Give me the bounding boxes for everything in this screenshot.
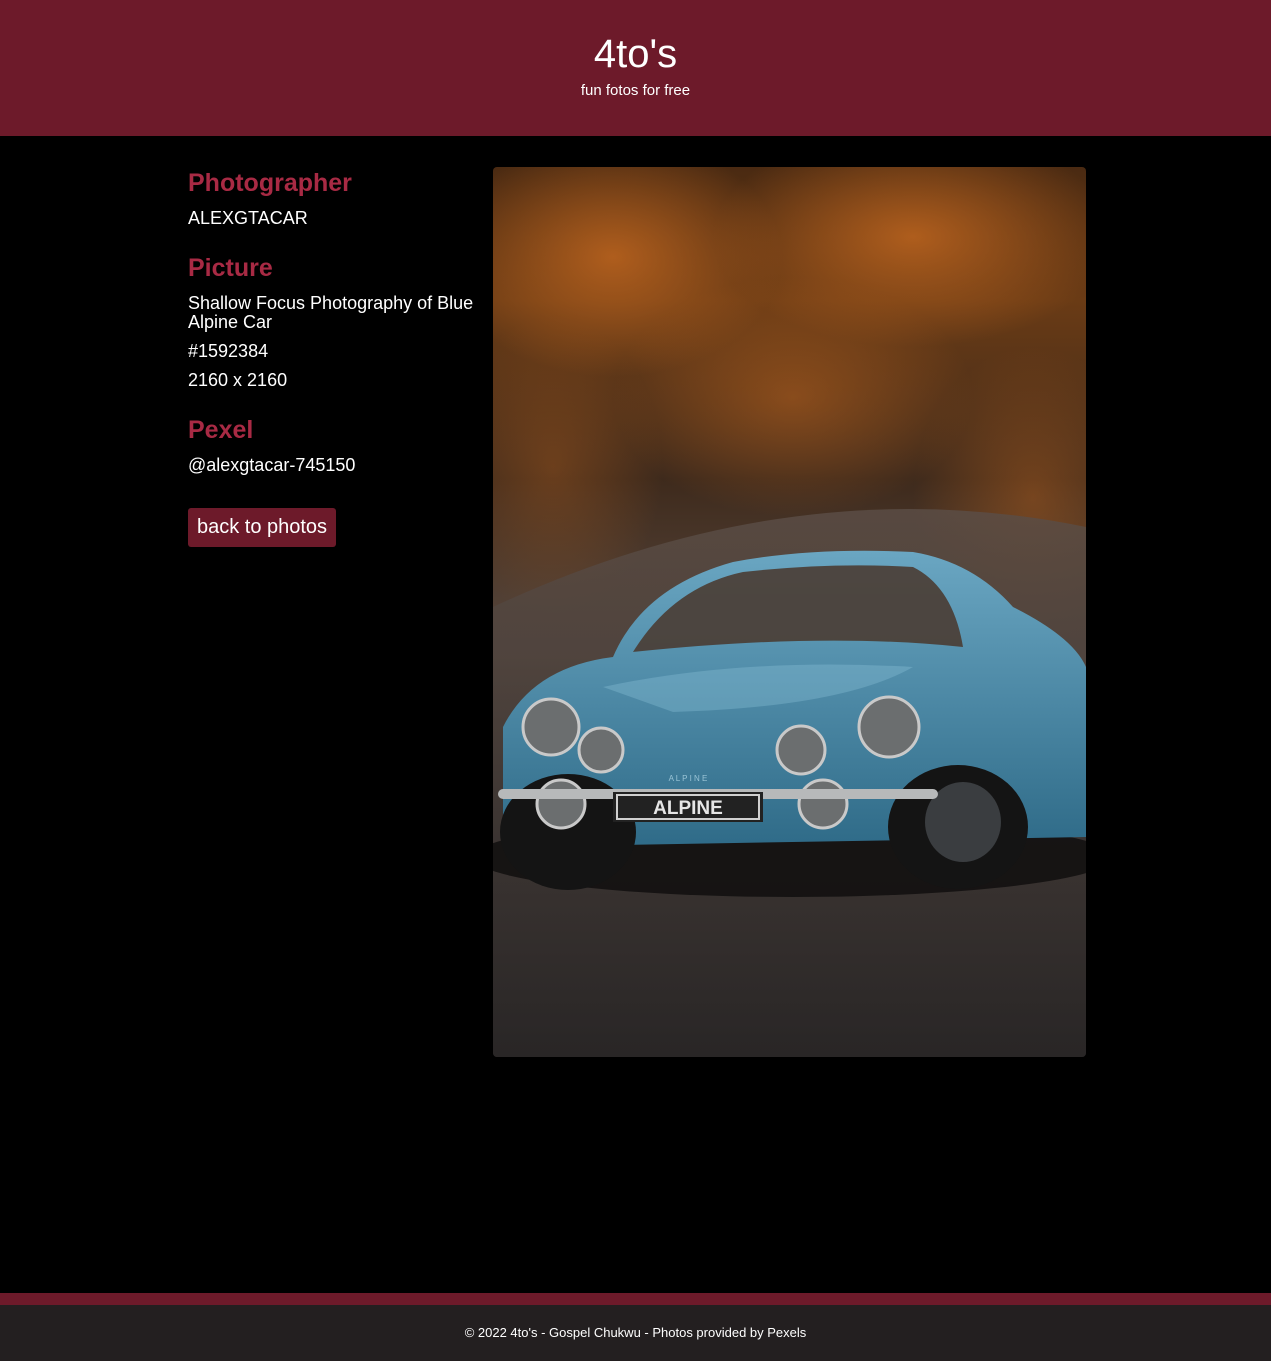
site-tagline: fun fotos for free <box>580 82 691 99</box>
photo-details: Photographer ALEXGTACAR Picture Shallow … <box>188 167 483 475</box>
picture-heading: Picture <box>188 254 273 282</box>
picture-title: Shallow Focus Photography of Blue Alpine… <box>188 293 474 332</box>
footer-accent-bar <box>0 1293 1271 1305</box>
pexel-heading: Pexel <box>188 416 254 444</box>
site-header: 4to's fun fotos for free <box>0 0 1271 136</box>
car-photo-image: ALPINE A L P I N E <box>493 167 1086 1057</box>
site-title: 4to's <box>593 32 678 76</box>
pexel-handle: @alexgtacar-745150 <box>188 455 356 475</box>
site-footer: © 2022 4to's - Gospel Chukwu - Photos pr… <box>0 1305 1271 1361</box>
photographer-heading: Photographer <box>188 169 352 197</box>
back-to-photos-button[interactable]: back to photos <box>188 508 336 547</box>
photographer-name: ALEXGTACAR <box>188 208 308 228</box>
car-photo: ALPINE A L P I N E <box>493 167 1086 1057</box>
footer-text: © 2022 4to's - Gospel Chukwu - Photos pr… <box>464 1325 807 1340</box>
plate-text: ALPINE <box>653 798 723 819</box>
picture-id: #1592384 <box>188 341 269 361</box>
picture-size: 2160 x 2160 <box>188 370 288 390</box>
badge-text: A L P I N E <box>669 774 708 783</box>
